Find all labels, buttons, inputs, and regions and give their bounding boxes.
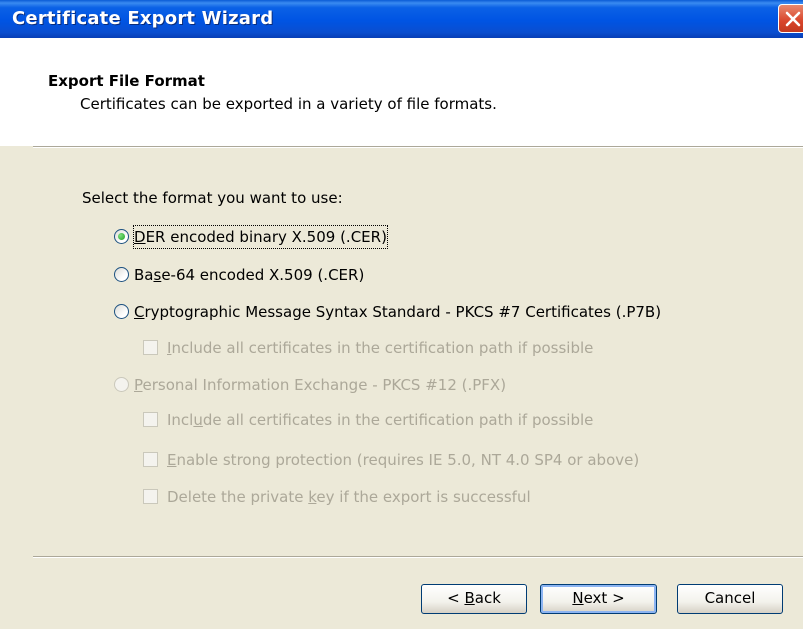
- radio-selected-dot: [118, 233, 125, 240]
- checkbox-pkcs7-include-path-label: Include all certificates in the certific…: [167, 339, 594, 357]
- checkbox-strong-protection-control[interactable]: [143, 452, 158, 467]
- wizard-header: Export File Format Certificates can be e…: [0, 38, 803, 146]
- radio-base64-control[interactable]: [114, 267, 129, 282]
- checkbox-pfx-include-path-control[interactable]: [143, 412, 158, 427]
- back-button[interactable]: < Back: [421, 584, 527, 614]
- checkbox-pfx-include-path-label: Include all certificates in the certific…: [167, 411, 594, 429]
- checkbox-delete-private-key-label: Delete the private key if the export is …: [167, 488, 531, 506]
- title-bar[interactable]: Certificate Export Wizard: [0, 0, 803, 38]
- radio-der-control[interactable]: [114, 229, 129, 244]
- radio-pfx-control[interactable]: [114, 377, 129, 392]
- next-button[interactable]: Next >: [540, 584, 657, 614]
- radio-pkcs7-label[interactable]: Cryptographic Message Syntax Standard - …: [134, 301, 661, 323]
- radio-der-label[interactable]: DER encoded binary X.509 (.CER): [133, 225, 388, 249]
- radio-pfx-label: Personal Information Exchange - PKCS #12…: [134, 376, 507, 394]
- footer-divider: [33, 556, 803, 558]
- cancel-button[interactable]: Cancel: [677, 584, 783, 614]
- radio-base64-label[interactable]: Base-64 encoded X.509 (.CER): [134, 264, 364, 286]
- checkbox-delete-private-key-control[interactable]: [143, 489, 158, 504]
- header-divider: [33, 146, 803, 148]
- radio-pkcs7-control[interactable]: [114, 304, 129, 319]
- close-button[interactable]: [778, 4, 803, 33]
- format-prompt: Select the format you want to use:: [82, 189, 343, 207]
- checkbox-strong-protection-label: Enable strong protection (requires IE 5.…: [167, 451, 640, 469]
- checkbox-pkcs7-include-path-control[interactable]: [143, 340, 158, 355]
- window-title: Certificate Export Wizard: [12, 8, 274, 29]
- page-subtitle: Certificates can be exported in a variet…: [80, 95, 497, 113]
- page-title: Export File Format: [48, 72, 205, 90]
